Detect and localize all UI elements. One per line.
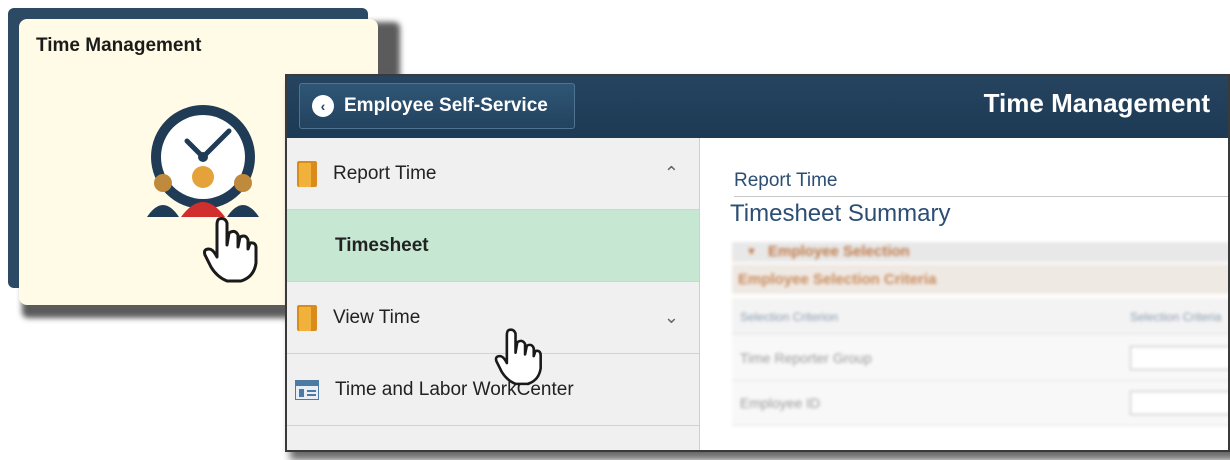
table-row: Time Reporter Group (732, 336, 1228, 381)
employee-id-input[interactable] (1130, 391, 1228, 415)
back-button-label: Employee Self-Service (344, 95, 548, 116)
hand-pointer-icon (203, 217, 258, 283)
workcenter-icon (295, 379, 319, 400)
app-window: ‹ Employee Self-Service Time Management … (285, 74, 1230, 452)
nav-item-label: Report Time (333, 162, 437, 184)
content-area: Report Time Timesheet Summary ▼ Employee… (700, 138, 1228, 450)
criteria-header-label: Employee Selection Criteria (738, 271, 937, 288)
column-header: Selection Criterion (740, 310, 839, 324)
page-title: Timesheet Summary (730, 200, 951, 227)
folder-icon (297, 160, 317, 187)
row-label: Employee ID (740, 395, 821, 411)
divider (734, 196, 1228, 197)
criteria-header: Employee Selection Criteria (732, 264, 1228, 294)
chevron-left-icon: ‹ (312, 95, 334, 117)
time-reporter-group-input[interactable] (1130, 346, 1228, 370)
table-header: Selection Criterion Selection Criteria (732, 298, 1228, 335)
row-label: Time Reporter Group (740, 350, 872, 366)
banner: ‹ Employee Self-Service Time Management (287, 76, 1228, 138)
section-header-label: Employee Selection (768, 243, 910, 260)
collapse-triangle-icon: ▼ (746, 246, 757, 258)
hand-pointer-icon (494, 328, 542, 386)
chevron-down-icon: ⌄ (663, 307, 679, 327)
chevron-up-icon: ⌃ (663, 163, 679, 183)
employee-selection-section: ▼ Employee Selection Employee Selection … (732, 242, 1228, 450)
tile-title: Time Management (36, 35, 202, 56)
folder-icon (297, 304, 317, 331)
page-header-title: Time Management (983, 88, 1210, 118)
clock-people-icon (147, 105, 259, 217)
left-nav: Report Time ⌃ Timesheet View Time ⌄ Time… (287, 138, 700, 450)
nav-item-report-time[interactable]: Report Time ⌃ (287, 138, 699, 210)
table-row: Employee ID (732, 381, 1228, 426)
nav-item-label: View Time (333, 306, 421, 328)
column-header: Selection Criteria (1130, 310, 1222, 324)
breadcrumb[interactable]: Report Time (734, 170, 837, 192)
nav-item-timesheet[interactable]: Timesheet (287, 210, 699, 282)
nav-item-label: Timesheet (335, 234, 429, 256)
section-header[interactable]: ▼ Employee Selection (732, 242, 1228, 262)
back-button[interactable]: ‹ Employee Self-Service (299, 83, 575, 129)
